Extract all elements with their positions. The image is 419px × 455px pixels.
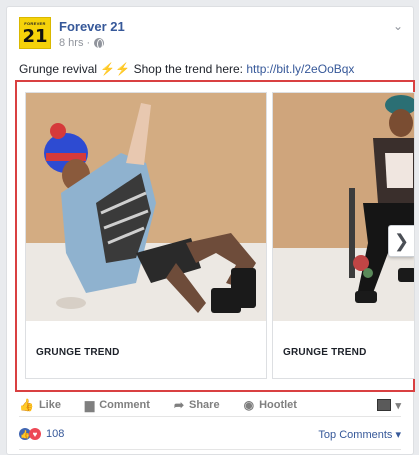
divider: [19, 416, 401, 417]
card-title[interactable]: GRUNGE TREND: [283, 347, 367, 358]
love-reaction-icon[interactable]: ♥: [29, 428, 41, 440]
like-label: Like: [38, 399, 61, 411]
top-comments-label: Top Comments: [318, 428, 393, 441]
post-text-mid: Shop the trend here:: [130, 62, 247, 76]
page-avatar[interactable]: FOREVER 21: [19, 17, 51, 49]
reaction-count[interactable]: 108: [46, 428, 64, 440]
lightning-emoji-icon: ⚡⚡: [100, 62, 131, 76]
hootlet-icon: ◉: [243, 398, 255, 412]
post-as-selector[interactable]: ▾: [377, 399, 401, 412]
hootlet-button[interactable]: ◉ Hootlet: [244, 398, 297, 412]
comment-button[interactable]: ▆ Comment: [85, 398, 150, 412]
chevron-right-icon: ❯: [393, 230, 410, 251]
model-photo-image: [26, 93, 266, 321]
carousel-next-button[interactable]: ❯: [388, 225, 414, 257]
top-comments-dropdown[interactable]: Top Comments ▾: [318, 428, 401, 441]
card-image[interactable]: [273, 93, 414, 321]
share-icon: ➦: [173, 398, 184, 412]
carousel-highlight-frame: GRUNGE TREND GRUNGE TREND ❯: [15, 80, 415, 392]
divider: [19, 449, 401, 450]
post-text: Grunge revival ⚡⚡ Shop the trend here: h…: [19, 62, 354, 76]
hootlet-label: Hootlet: [259, 399, 297, 411]
carousel-card[interactable]: GRUNGE TREND: [25, 92, 267, 379]
post-text-intro: Grunge revival: [19, 62, 101, 76]
post-header: FOREVER 21 Forever 21 8 hrs · ⌄: [19, 17, 403, 57]
comment-icon: ▆: [84, 398, 95, 412]
post-link[interactable]: http://bit.ly/2eOoBqx: [246, 62, 354, 76]
caret-down-icon: ▾: [395, 428, 401, 441]
card-image[interactable]: [26, 93, 266, 321]
share-label: Share: [189, 399, 220, 411]
page-name-link[interactable]: Forever 21: [59, 19, 125, 34]
user-avatar: [377, 399, 392, 411]
carousel-card[interactable]: GRUNGE TREND ❯: [272, 92, 415, 379]
post-meta: 8 hrs ·: [59, 37, 105, 49]
reactions-bar: 👍 ♥ 108 Top Comments ▾: [19, 425, 401, 443]
card-title[interactable]: GRUNGE TREND: [36, 347, 120, 358]
comment-label: Comment: [99, 399, 150, 411]
chevron-down-icon[interactable]: ⌄: [393, 19, 403, 33]
thumbs-up-icon: 👍: [19, 398, 34, 412]
caret-down-icon: ▾: [395, 399, 401, 412]
logo-big-text: 21: [22, 26, 48, 47]
post-actions-bar: 👍 Like ▆ Comment ➦ Share ◉ Hootlet ▾: [19, 394, 401, 416]
post-card: FOREVER 21 Forever 21 8 hrs · ⌄ Grunge r…: [6, 6, 415, 455]
model-photo-image: [273, 93, 414, 321]
like-button[interactable]: 👍 Like: [19, 398, 61, 412]
share-button[interactable]: ➦ Share: [174, 398, 220, 412]
post-timestamp[interactable]: 8 hrs ·: [59, 37, 90, 49]
globe-icon: [94, 38, 105, 49]
